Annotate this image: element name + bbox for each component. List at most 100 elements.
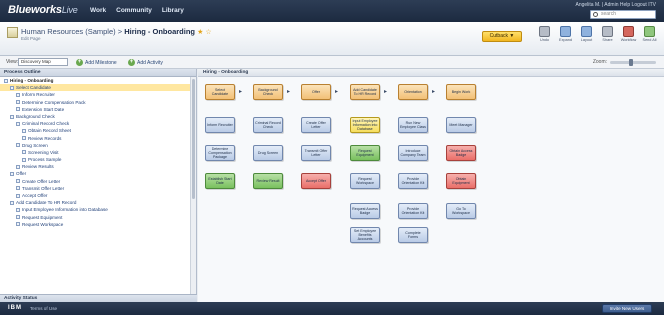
- add-activity-button[interactable]: + Add Activity: [128, 58, 163, 67]
- view-bar: View: Discovery Map + Add Milestone + Ad…: [0, 56, 664, 69]
- page-title: Hiring - Onboarding: [124, 27, 196, 36]
- terms-link[interactable]: Terms of Use: [30, 306, 57, 311]
- outline-item[interactable]: Select Candidate: [0, 84, 196, 92]
- map-lane: Select Candidate ▸ Background Check ▸ Offer ▸…: [198, 77, 664, 302]
- activity-box[interactable]: Request Equipment: [350, 145, 380, 161]
- tool-workflow-button[interactable]: Workflow: [620, 26, 637, 42]
- tool-share-button[interactable]: Share: [599, 26, 616, 42]
- outline-item[interactable]: Input Employee Information into Database: [0, 206, 196, 213]
- milestone-box[interactable]: Begin Work: [446, 84, 476, 100]
- activity-status-header[interactable]: Activity Status: [0, 294, 197, 302]
- activity-box[interactable]: Set Employee Benefits Accounts: [350, 227, 380, 243]
- activity-box[interactable]: Drug Screen: [253, 145, 283, 161]
- activity-icon: [16, 222, 20, 227]
- activity-box[interactable]: Accept Offer: [301, 173, 331, 189]
- outline-item[interactable]: Screening Visit: [0, 149, 196, 156]
- add-milestone-button[interactable]: + Add Milestone: [76, 58, 117, 67]
- activity-box[interactable]: Input Employee Information into Database: [350, 117, 380, 133]
- blueworks-logo[interactable]: BlueworksLive: [8, 4, 78, 16]
- outline-item[interactable]: Accept Offer: [0, 192, 196, 199]
- milestone-box[interactable]: Add Candidate To HR Record: [350, 84, 380, 100]
- nav-library[interactable]: Library: [162, 7, 184, 14]
- search-input[interactable]: search: [590, 10, 656, 19]
- outline-item[interactable]: Transmit Offer Letter: [0, 185, 196, 192]
- logo-main-text: Blueworks: [8, 4, 62, 16]
- outline-item[interactable]: Determine Compensation Pack: [0, 99, 196, 106]
- tool-layout-button[interactable]: Layout: [578, 26, 595, 42]
- activity-icon: [22, 136, 26, 141]
- logo-sub-text: Live: [61, 5, 78, 15]
- activity-box[interactable]: Provide Orientation Kit: [398, 173, 428, 189]
- outline-item-label: Review Records: [28, 135, 62, 141]
- activity-box[interactable]: Meet Manager: [446, 117, 476, 133]
- activity-box[interactable]: Introduce Company Team: [398, 145, 428, 161]
- tool-undo-button[interactable]: Undo: [536, 26, 553, 42]
- activity-box[interactable]: Inform Recruiter: [205, 117, 235, 133]
- activity-icon: [16, 186, 20, 191]
- activity-box[interactable]: Create Offer Letter: [301, 117, 331, 133]
- activity-box[interactable]: Establish Start Date: [205, 173, 235, 189]
- outline-item[interactable]: Create Offer Letter: [0, 178, 196, 185]
- milestone-box[interactable]: Offer: [301, 84, 331, 100]
- outline-item[interactable]: Offer: [0, 170, 196, 177]
- favorite-star-icon[interactable]: ★ ☆: [197, 29, 212, 36]
- nav-work[interactable]: Work: [90, 7, 106, 14]
- zoom-slider-handle[interactable]: [628, 58, 633, 66]
- user-menu[interactable]: Angelita M. | Admin Help Logout ITV: [575, 2, 656, 8]
- share-icon: [602, 26, 613, 37]
- activity-icon: [22, 157, 26, 162]
- activity-box[interactable]: Request Workspace: [350, 173, 380, 189]
- cutback-dropdown[interactable]: Cutback ▼: [482, 31, 522, 42]
- outline-scrollbar[interactable]: [190, 77, 196, 294]
- outline-item[interactable]: Criminal Record Check: [0, 120, 196, 127]
- breadcrumb-root[interactable]: Human Resources (Sample): [21, 27, 116, 36]
- activity-box[interactable]: Criminal Record Check: [253, 117, 283, 133]
- plus-icon: +: [76, 59, 83, 66]
- outline-item[interactable]: Inform Recruiter: [0, 91, 196, 98]
- outline-item[interactable]: Hiring - Onboarding: [0, 77, 196, 84]
- outline-item[interactable]: Process Sample: [0, 156, 196, 163]
- outline-item[interactable]: Review Results: [0, 163, 196, 170]
- workflow-icon: [623, 26, 634, 37]
- activity-box[interactable]: Obtain Access Badge: [446, 145, 476, 161]
- activity-box[interactable]: Determine Compensation Package: [205, 145, 235, 161]
- activity-box[interactable]: Review Result: [253, 173, 283, 189]
- activity-box[interactable]: Obtain Equipment: [446, 173, 476, 189]
- outline-item[interactable]: Background Check: [0, 113, 196, 120]
- invite-users-button[interactable]: Invite New Users: [602, 304, 652, 313]
- top-nav: Work Community Library: [90, 7, 184, 14]
- activity-box[interactable]: Transmit Offer Letter: [301, 145, 331, 161]
- outline-item[interactable]: Drug Screen: [0, 142, 196, 149]
- canvas-title: Hiring - Onboarding: [198, 69, 664, 77]
- milestone-box[interactable]: Select Candidate: [205, 84, 235, 100]
- outline-item-label: Process Sample: [28, 157, 62, 163]
- outline-item-label: Criminal Record Check: [22, 121, 70, 127]
- nav-community[interactable]: Community: [116, 7, 152, 14]
- outline-item[interactable]: Obtain Record Sheet: [0, 127, 196, 134]
- milestone-box[interactable]: Background Check: [253, 84, 283, 100]
- zoom-slider[interactable]: [610, 58, 656, 66]
- milestone-box[interactable]: Orientation: [398, 84, 428, 100]
- outline-item[interactable]: Request Equipment: [0, 214, 196, 221]
- activity-box[interactable]: Go To Workspace: [446, 203, 476, 219]
- outline-item[interactable]: Request Workspace: [0, 221, 196, 228]
- undo-icon: [539, 26, 550, 37]
- top-bar: BlueworksLive Work Community Library Ang…: [0, 0, 664, 22]
- outline-item[interactable]: Review Records: [0, 135, 196, 142]
- outline-tree: Hiring - Onboarding Select Candidate Infor…: [0, 77, 196, 294]
- scrollbar-thumb[interactable]: [192, 79, 195, 199]
- outline-item[interactable]: Add Candidate To HR Record: [0, 199, 196, 206]
- activity-box[interactable]: Provide Orientation Kit: [398, 203, 428, 219]
- tool-label: Undo: [539, 38, 550, 42]
- outline-item-label: Add Candidate To HR Record: [16, 200, 77, 206]
- outline-item[interactable]: Extension Start Date: [0, 106, 196, 113]
- activity-box[interactable]: Run New Employee Class: [398, 117, 428, 133]
- view-select[interactable]: Discovery Map: [18, 58, 68, 66]
- tool-expand-button[interactable]: Expand: [557, 26, 574, 42]
- outline-item-label: Background Check: [16, 113, 55, 119]
- activity-box[interactable]: Complete Forms: [398, 227, 428, 243]
- tool-send-all-button[interactable]: Send All: [641, 26, 658, 42]
- edit-page-link[interactable]: Edit Page: [21, 36, 41, 41]
- activity-box[interactable]: Request Access Badge: [350, 203, 380, 219]
- tool-label: Expand: [559, 38, 572, 42]
